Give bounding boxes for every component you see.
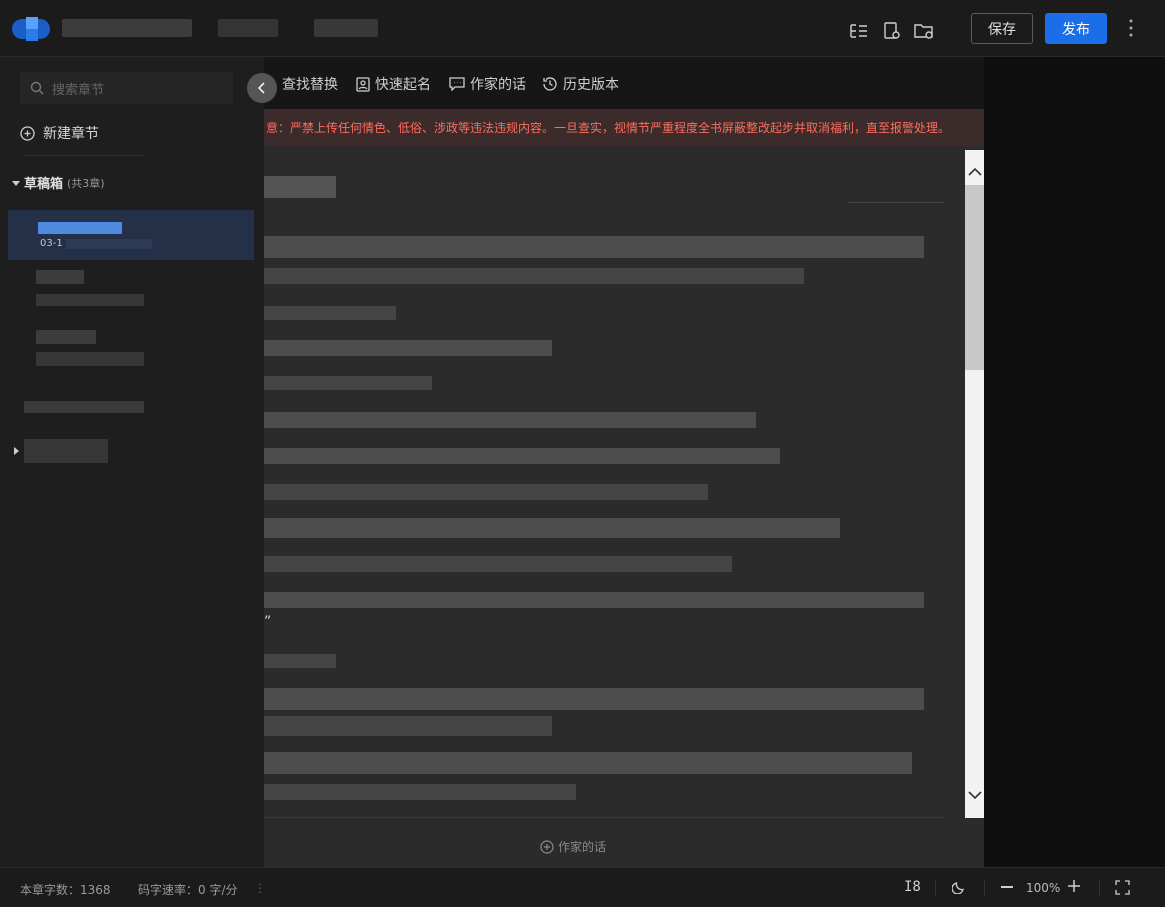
zoom-level: 100%	[1026, 881, 1061, 895]
scrollbar-thumb[interactable]	[965, 185, 984, 370]
new-chapter-label: 新建章节	[43, 126, 99, 142]
add-author-words-button[interactable]: 作家的话	[540, 838, 606, 855]
chapter-date: 03-1	[40, 238, 63, 249]
word-count: 本章字数：1368	[20, 883, 111, 897]
app-logo-icon	[12, 17, 50, 41]
folder-settings-icon[interactable]	[912, 19, 936, 43]
sidebar-divider	[24, 155, 144, 156]
search-icon	[30, 81, 44, 95]
caret-down-icon	[12, 180, 20, 186]
plus-circle-icon	[540, 839, 554, 854]
content-warning-banner: 意：严禁上传任何情色、低俗、涉政等违法违规内容。一旦查实，视情节严重程度全书屏蔽…	[264, 109, 984, 146]
text-line	[264, 340, 552, 356]
search-placeholder: 搜索章节	[52, 82, 105, 98]
text-line	[264, 592, 924, 608]
status-divider	[984, 880, 985, 896]
typing-speed: 码字速率：0 字/分	[138, 883, 238, 897]
fullscreen-icon[interactable]	[1115, 880, 1130, 895]
book-title-blurred	[62, 19, 192, 37]
editor-footer-divider	[264, 817, 944, 818]
text-line	[264, 556, 732, 572]
chapter-search-input[interactable]: 搜索章节	[20, 72, 233, 104]
book-settings-icon[interactable]	[880, 19, 904, 43]
chapter-title-blurred	[36, 330, 96, 344]
new-chapter-button[interactable]: 新建章节	[20, 123, 99, 143]
status-divider	[935, 880, 936, 896]
find-replace-label: 查找替换	[282, 77, 338, 93]
quick-name-icon	[356, 76, 370, 92]
chevron-left-icon	[258, 82, 265, 94]
text-line	[264, 306, 396, 320]
status-bar: 本章字数：1368 码字速率：0 字/分 ⋮ I8 100%	[0, 867, 1165, 907]
author-words-label: 作家的话	[470, 77, 526, 93]
volume-title-blurred	[24, 439, 108, 463]
text-line	[264, 484, 708, 500]
outline-icon[interactable]	[847, 19, 871, 43]
volume-item[interactable]	[24, 397, 146, 415]
top-bar: 保存 发布	[0, 0, 1165, 57]
drafts-count: (共3章)	[67, 176, 105, 190]
title-divider	[848, 202, 944, 203]
chapter-sidebar: 搜索章节 新建章节 草稿箱 (共3章) 03-1	[0, 57, 264, 867]
status-divider	[1099, 880, 1100, 896]
layout-toggle-button[interactable]: I8	[904, 879, 921, 895]
book-title-blurred-2	[218, 19, 278, 37]
chapter-date-blurred	[36, 352, 144, 366]
find-replace-icon	[270, 76, 271, 77]
editor-content[interactable]: ”	[264, 146, 984, 867]
book-title-blurred-3	[314, 19, 378, 37]
status-more-icon[interactable]: ⋮	[254, 881, 266, 895]
scroll-down-icon[interactable]	[967, 789, 983, 801]
text-line	[264, 376, 432, 390]
text-line	[264, 654, 336, 668]
plus-circle-icon	[20, 125, 35, 141]
dark-mode-icon[interactable]	[952, 880, 966, 894]
save-button[interactable]: 保存	[971, 13, 1033, 44]
quick-name-label: 快速起名	[375, 77, 431, 93]
history-version-button[interactable]: 历史版本	[542, 74, 619, 94]
text-line	[264, 784, 576, 800]
caret-right-icon	[14, 447, 19, 455]
collapse-sidebar-button[interactable]	[247, 73, 277, 103]
volume-title-blurred	[24, 401, 144, 413]
stray-quote: ”	[264, 614, 272, 630]
chapter-item[interactable]	[36, 330, 146, 368]
text-line	[264, 448, 780, 464]
text-line	[264, 236, 924, 258]
warning-text: 意：严禁上传任何情色、低俗、涉政等违法违规内容。一旦查实，视情节严重程度全书屏蔽…	[266, 121, 951, 135]
text-line	[264, 412, 756, 428]
chapter-item[interactable]	[36, 270, 146, 308]
scroll-up-icon[interactable]	[967, 166, 983, 178]
author-words-button[interactable]: 作家的话	[449, 74, 526, 94]
zoom-in-icon[interactable]	[1068, 880, 1080, 892]
drafts-folder-header[interactable]: 草稿箱 (共3章)	[12, 173, 105, 192]
chapter-title-blurred	[38, 222, 122, 234]
more-menu-icon[interactable]	[1124, 18, 1138, 38]
text-line	[264, 752, 912, 774]
chapter-date-blurred	[36, 294, 144, 306]
text-line	[264, 688, 924, 710]
find-replace-button[interactable]: 查找替换	[282, 74, 338, 94]
volume-item-collapsed[interactable]	[12, 439, 112, 465]
text-line	[264, 716, 552, 736]
chapter-date-blurred	[66, 239, 152, 249]
chapter-title-blurred	[36, 270, 84, 284]
drafts-title: 草稿箱	[24, 177, 64, 192]
history-icon	[543, 77, 557, 91]
editor-toolbar: 查找替换 快速起名 作家的话 历史版本	[264, 57, 984, 109]
quick-name-button[interactable]: 快速起名	[356, 74, 431, 94]
zoom-out-icon[interactable]	[1001, 886, 1013, 888]
publish-button[interactable]: 发布	[1045, 13, 1107, 44]
message-icon	[449, 77, 465, 91]
text-line	[264, 268, 804, 284]
add-author-words-label: 作家的话	[558, 840, 607, 854]
history-version-label: 历史版本	[563, 77, 619, 93]
chapter-title-blurred	[264, 176, 336, 198]
text-line	[264, 518, 840, 538]
chapter-item-active[interactable]: 03-1	[8, 210, 254, 260]
